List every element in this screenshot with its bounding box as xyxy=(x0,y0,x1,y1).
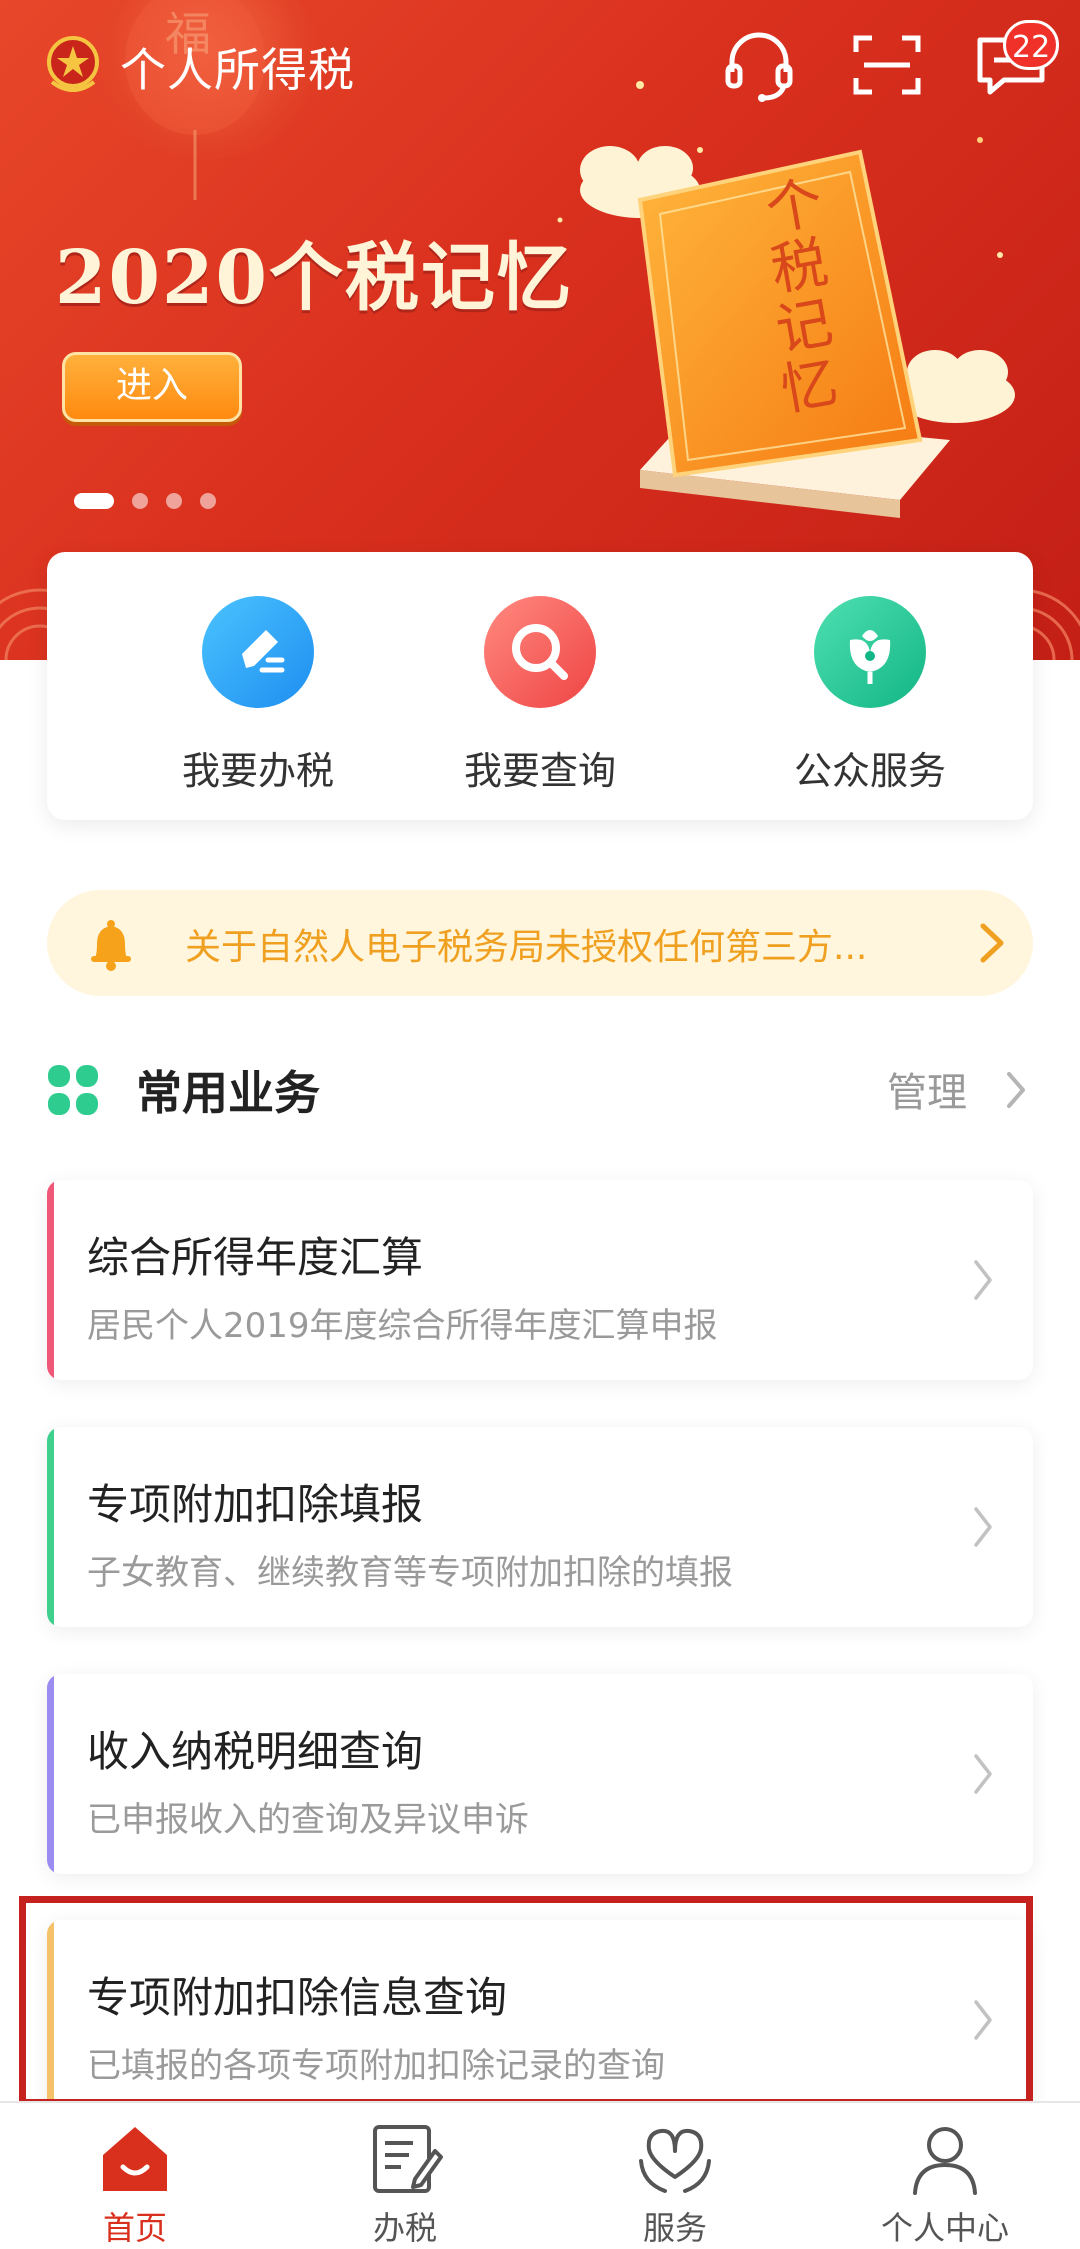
chevron-right-icon xyxy=(974,1507,992,1547)
carousel-dot xyxy=(200,493,216,509)
service-title: 综合所得年度汇算 xyxy=(87,1233,424,1282)
quick-action-handle-tax[interactable]: 我要办税 xyxy=(138,596,378,795)
bell-icon xyxy=(91,920,131,971)
bottom-nav: 首页 办税 服务 个人中心 xyxy=(0,2101,1080,2247)
app-title: 个人所得税 xyxy=(120,43,355,97)
service-description: 子女教育、继续教育等专项附加扣除的填报 xyxy=(87,1553,733,1593)
quick-action-query[interactable]: 我要查询 xyxy=(420,596,660,795)
banner-title: 2020个税记忆 xyxy=(55,235,573,321)
nav-label: 个人中心 xyxy=(880,2209,1009,2247)
card-accent xyxy=(47,1674,54,1874)
scan-icon[interactable] xyxy=(848,28,926,102)
nav-home[interactable]: 首页 xyxy=(35,2121,235,2249)
notice-text: 关于自然人电子税务局未授权任何第三方... xyxy=(185,927,868,968)
memory-book-illustration: 个 税 记 忆 xyxy=(637,149,950,518)
carousel-dot xyxy=(132,493,148,509)
quick-action-public-service[interactable]: 公众服务 xyxy=(750,596,990,795)
nav-label: 首页 xyxy=(102,2209,167,2247)
nav-label: 办税 xyxy=(372,2209,437,2247)
card-accent xyxy=(47,1180,54,1380)
chevron-right-icon[interactable] xyxy=(1005,1070,1027,1110)
section-title: 常用业务 xyxy=(136,1066,320,1120)
chevron-right-icon xyxy=(974,1260,992,1300)
manage-link[interactable]: 管理 xyxy=(887,1060,967,1118)
enter-button[interactable]: 进入 xyxy=(62,352,242,422)
emblem-icon xyxy=(47,36,99,92)
grid-icon xyxy=(48,1065,98,1115)
service-card-income-tax-query[interactable]: 收入纳税明细查询 已申报收入的查询及异议申诉 xyxy=(47,1674,1033,1874)
quick-actions-card: 我要办税 我要查询 公众服务 xyxy=(47,552,1033,820)
highlight-box xyxy=(19,1896,1033,2106)
svg-text:忆: 忆 xyxy=(776,350,842,424)
nav-service[interactable]: 服务 xyxy=(575,2121,775,2249)
carousel-dot-active xyxy=(74,493,114,509)
top-bar: 个人所得税 22 xyxy=(0,0,1080,130)
nav-tax[interactable]: 办税 xyxy=(305,2121,505,2249)
notice-bar[interactable]: 关于自然人电子税务局未授权任何第三方... xyxy=(47,890,1033,996)
nav-label: 服务 xyxy=(642,2209,707,2247)
service-card-deduction-filing[interactable]: 专项附加扣除填报 子女教育、继续教育等专项附加扣除的填报 xyxy=(47,1427,1033,1627)
quick-action-label: 公众服务 xyxy=(793,749,946,793)
message-count-badge: 22 xyxy=(1003,20,1060,70)
customer-service-icon[interactable] xyxy=(720,28,798,102)
flower-icon xyxy=(814,596,926,708)
service-title: 专项附加扣除填报 xyxy=(87,1480,424,1529)
chevron-right-icon xyxy=(974,1754,992,1794)
profile-icon xyxy=(913,2127,977,2195)
quick-action-label: 我要办税 xyxy=(181,749,334,793)
home-icon xyxy=(103,2127,167,2191)
card-accent xyxy=(47,1427,54,1627)
chevron-right-icon xyxy=(980,923,1004,963)
quick-action-label: 我要查询 xyxy=(463,749,616,793)
service-description: 居民个人2019年度综合所得年度汇算申报 xyxy=(87,1306,718,1346)
carousel-dot xyxy=(166,493,182,509)
edit-icon xyxy=(202,596,314,708)
tax-form-icon xyxy=(373,2125,443,2193)
service-heart-icon xyxy=(639,2128,711,2193)
service-title: 收入纳税明细查询 xyxy=(87,1727,424,1776)
service-description: 已申报收入的查询及异议申诉 xyxy=(87,1800,529,1840)
search-icon xyxy=(484,596,596,708)
nav-profile[interactable]: 个人中心 xyxy=(845,2121,1045,2249)
service-card-annual-settlement[interactable]: 综合所得年度汇算 居民个人2019年度综合所得年度汇算申报 xyxy=(47,1180,1033,1380)
